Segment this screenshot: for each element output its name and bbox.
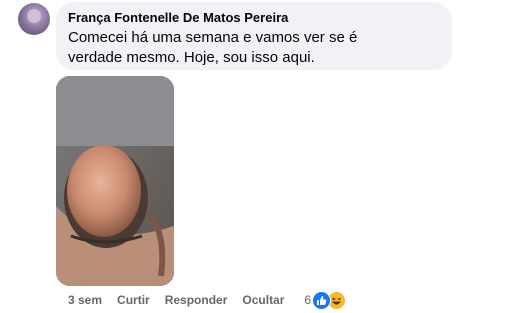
comment-photo[interactable] — [56, 76, 174, 286]
like-icon — [312, 290, 332, 310]
avatar[interactable] — [18, 3, 50, 35]
reply-button[interactable]: Responder — [165, 293, 228, 307]
comment-text: Comecei há uma semana e vamos ver se é v… — [68, 29, 358, 66]
hide-button[interactable]: Ocultar — [242, 293, 284, 307]
comment-bubble: França Fontenelle De Matos Pereira Comec… — [56, 2, 452, 70]
comment-author[interactable]: França Fontenelle De Matos Pereira — [68, 10, 440, 26]
reaction-count: 6 — [304, 293, 312, 307]
comment-timestamp[interactable]: 3 sem — [68, 293, 102, 307]
like-button[interactable]: Curtir — [117, 293, 150, 307]
photo-image — [56, 76, 174, 286]
reactions-summary[interactable]: 6 — [304, 290, 347, 310]
comment-actions: 3 sem Curtir Responder Ocultar 6 — [68, 290, 347, 310]
